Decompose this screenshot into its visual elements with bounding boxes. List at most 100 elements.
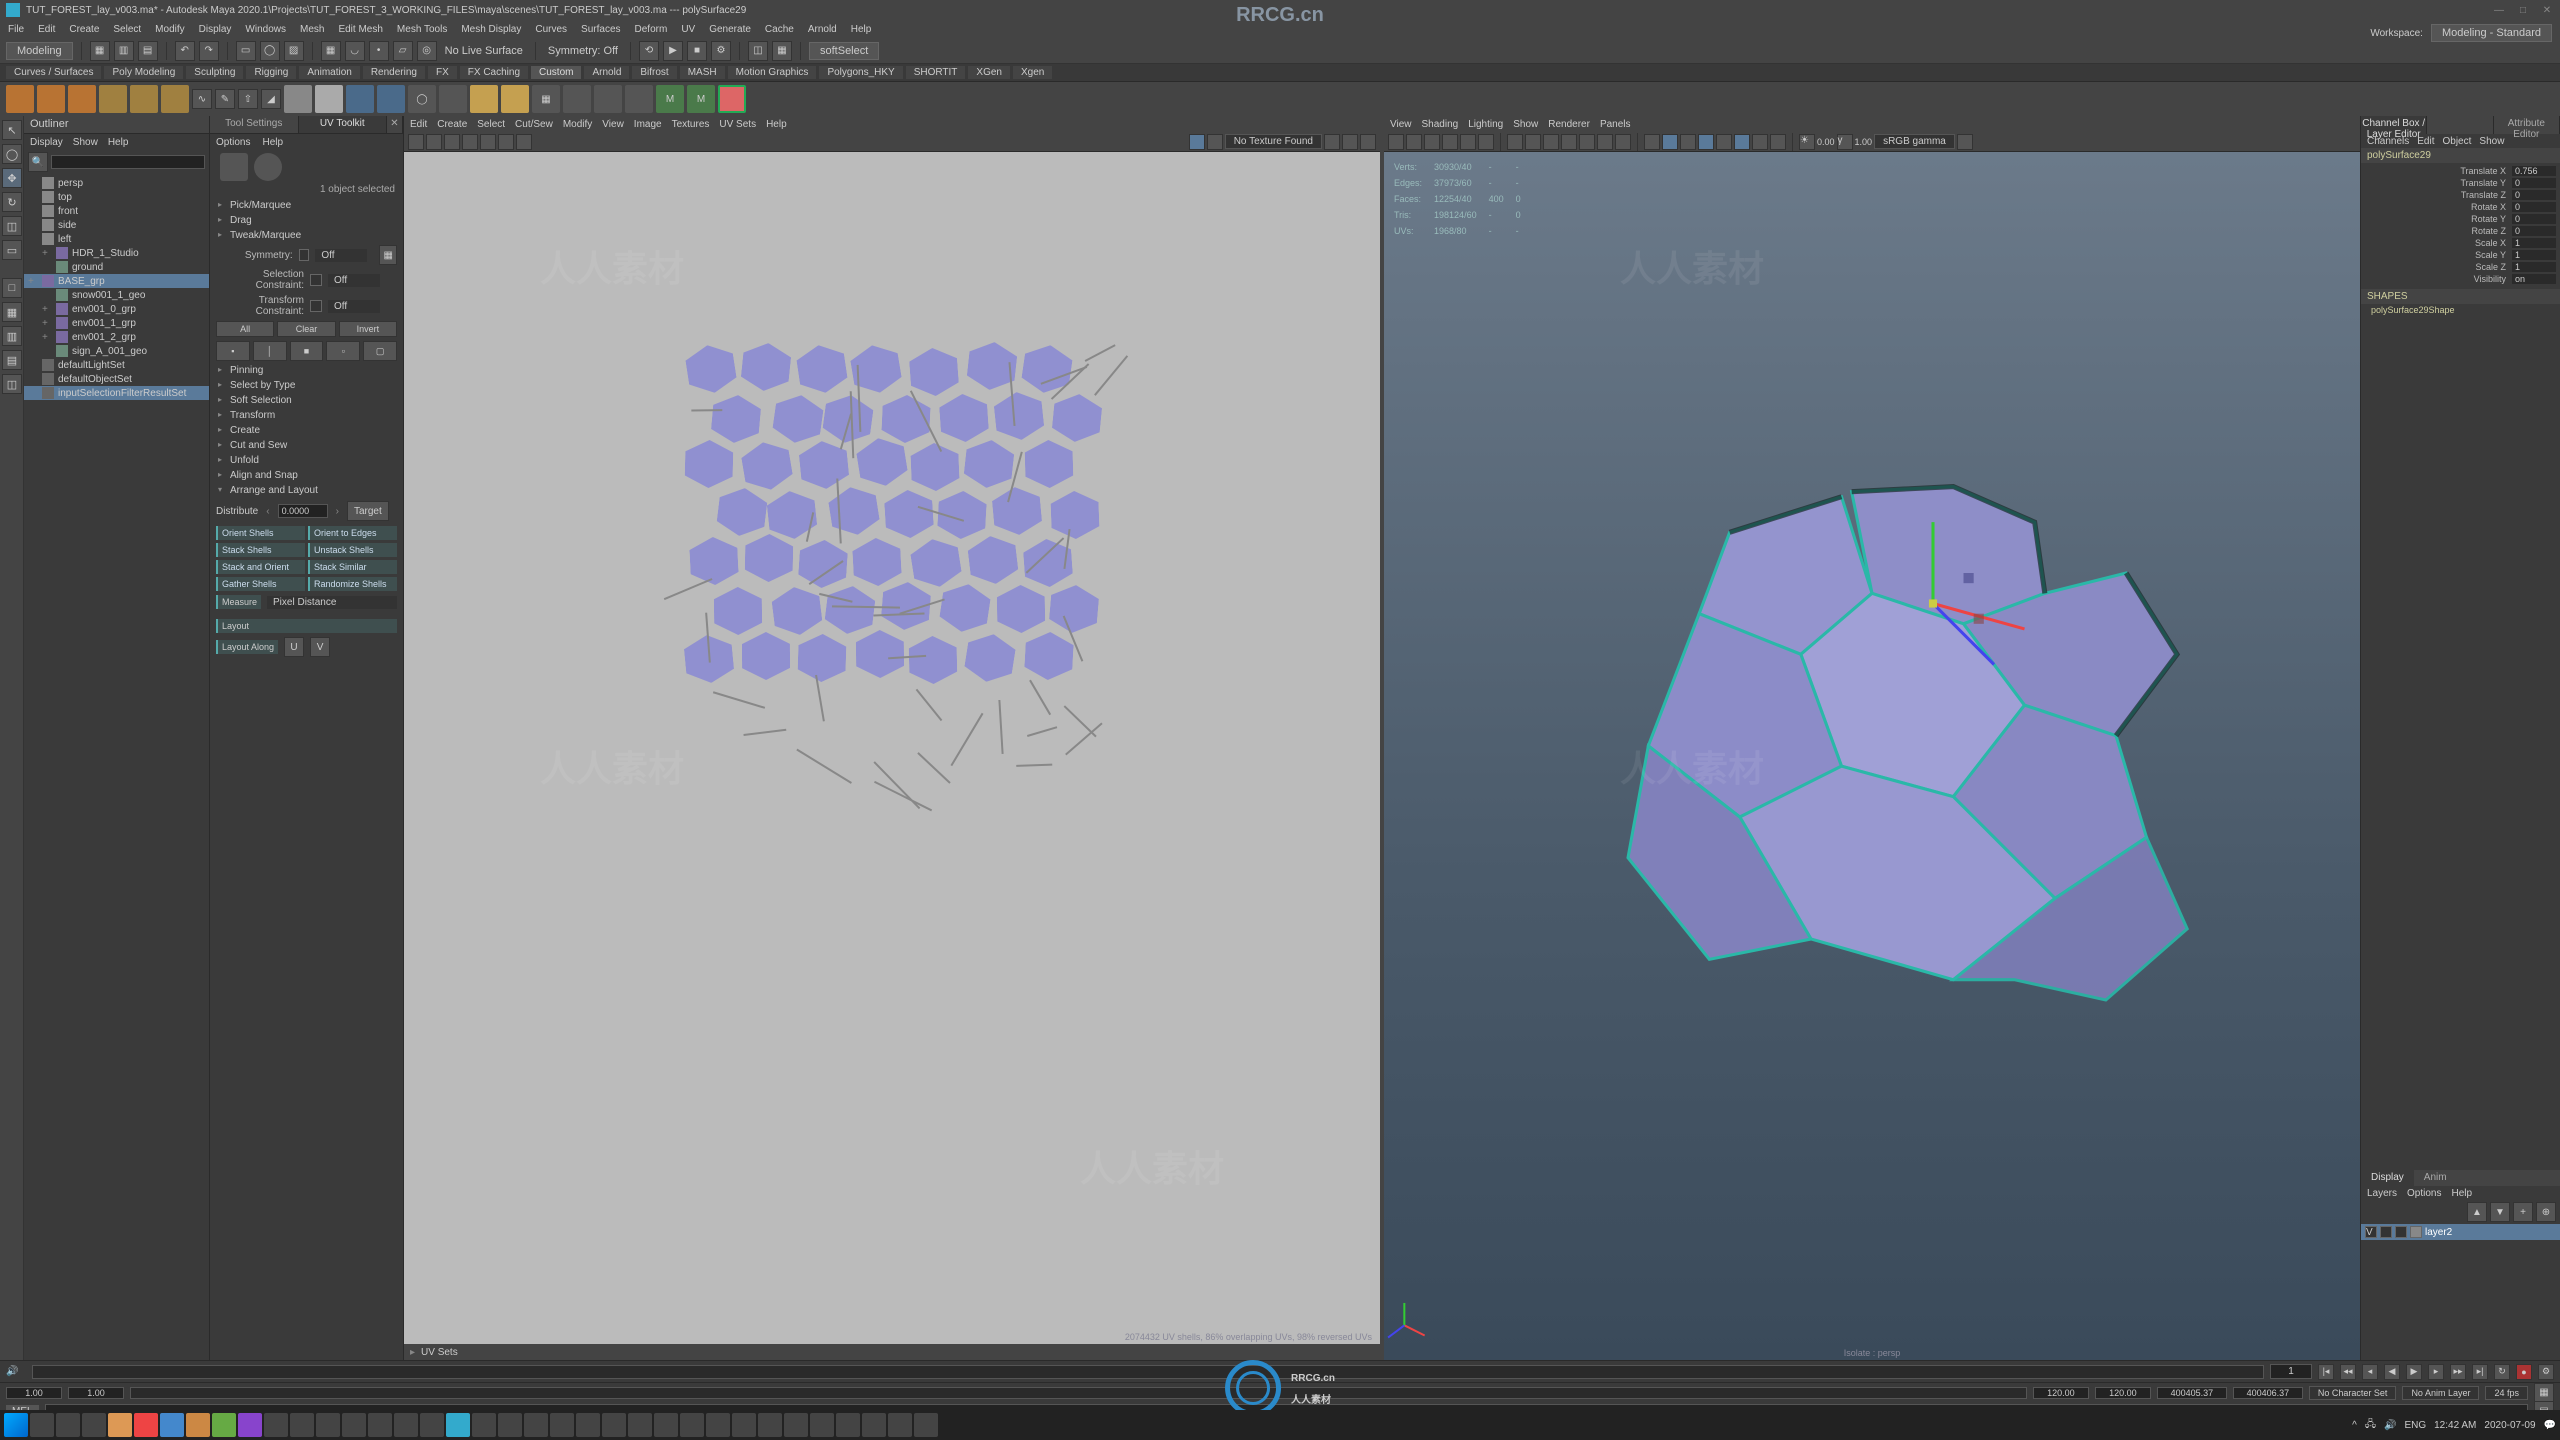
task-app4-icon[interactable] <box>212 1413 236 1437</box>
channel-value[interactable]: 0 <box>2512 226 2556 236</box>
shelftab-motion-graphics[interactable]: Motion Graphics <box>728 66 817 79</box>
toolkit-btn-orient-to-edges[interactable]: Orient to Edges <box>308 526 397 540</box>
vp-gamma-value[interactable]: 1.00 <box>1855 137 1873 147</box>
perspective-canvas[interactable]: Verts:30930/40--Edges:37973/60--Faces:12… <box>1384 152 2360 1360</box>
menu-mesh-tools[interactable]: Mesh Tools <box>397 24 447 35</box>
shelftab-xgen[interactable]: Xgen <box>1013 66 1052 79</box>
layout-four-icon[interactable]: ▦ <box>2 302 22 322</box>
layout-button[interactable]: Layout <box>216 619 397 633</box>
brush-option[interactable]: Drag <box>210 213 403 228</box>
menu-curves[interactable]: Curves <box>535 24 567 35</box>
symmetry-label[interactable]: Symmetry: Off <box>548 45 618 57</box>
rotate-tool[interactable]: ↻ <box>2 192 22 212</box>
task-app28-icon[interactable] <box>862 1413 886 1437</box>
uv-isolate-icon[interactable] <box>1189 134 1205 150</box>
current-frame[interactable]: 1 <box>2270 1364 2312 1379</box>
range-end[interactable]: 120.00 <box>2033 1387 2089 1399</box>
menu-generate[interactable]: Generate <box>709 24 751 35</box>
range-slider[interactable]: 1.00 1.00 120.00 120.00 400405.37 400406… <box>0 1382 2560 1402</box>
channel-attrs[interactable]: Translate X0.756Translate Y0Translate Z0… <box>2361 163 2560 287</box>
layout-v-icon[interactable]: V <box>310 637 330 657</box>
softselect-dropdown[interactable]: softSelect <box>809 42 879 60</box>
vp-lights-icon[interactable] <box>1698 134 1714 150</box>
tray-date[interactable]: 2020-07-09 <box>2484 1420 2535 1431</box>
shelf-boolean-icon[interactable] <box>625 85 653 113</box>
shelf-primitive-plane-icon[interactable] <box>130 85 158 113</box>
task-app22-icon[interactable] <box>706 1413 730 1437</box>
task-app11-icon[interactable] <box>394 1413 418 1437</box>
task-app27-icon[interactable] <box>836 1413 860 1437</box>
layer-down-icon[interactable]: ▼ <box>2490 1202 2510 1222</box>
section-arrange-and-layout[interactable]: Arrange and Layout <box>210 483 403 498</box>
task-app30-icon[interactable] <box>914 1413 938 1437</box>
vp-shadows-icon[interactable] <box>1716 134 1732 150</box>
menu-uv[interactable]: UV <box>681 24 695 35</box>
task-app18-icon[interactable] <box>602 1413 626 1437</box>
toolkit-btn-stack-and-orient[interactable]: Stack and Orient <box>216 560 305 574</box>
task-app6-icon[interactable] <box>264 1413 288 1437</box>
shelf-combine-icon[interactable] <box>563 85 591 113</box>
workspace-mode-dropdown[interactable]: Modeling <box>6 42 73 60</box>
channel-value[interactable]: 0 <box>2512 190 2556 200</box>
uv-editor-menu[interactable]: EditCreateSelectCut/SewModifyViewImageTe… <box>404 116 1380 132</box>
vp-safe-action-icon[interactable] <box>1597 134 1613 150</box>
brush-move-icon[interactable] <box>220 153 248 181</box>
mode-uv-icon[interactable]: ▫ <box>326 341 360 361</box>
shelftab-poly-modeling[interactable]: Poly Modeling <box>104 66 183 79</box>
shelftab-arnold[interactable]: Arnold <box>584 66 629 79</box>
outliner-item[interactable]: +env001_2_grp <box>24 330 209 344</box>
shelf-mirror-icon[interactable]: ▦ <box>532 85 560 113</box>
task-explorer-icon[interactable] <box>108 1413 132 1437</box>
layout-along-button[interactable]: Layout Along <box>216 640 278 654</box>
outliner-item[interactable]: sign_A_001_geo <box>24 344 209 358</box>
vp-gamma-icon[interactable]: γ <box>1837 134 1853 150</box>
task-taskview-icon[interactable] <box>82 1413 106 1437</box>
step-back-key-icon[interactable]: ◂◂ <box>2340 1364 2356 1380</box>
window-close-icon[interactable]: ✕ <box>2540 5 2554 16</box>
shelftab-shortit[interactable]: SHORTIT <box>906 66 966 79</box>
layer-type-toggle[interactable] <box>2395 1226 2407 1238</box>
task-app21-icon[interactable] <box>680 1413 704 1437</box>
menu-help[interactable]: Help <box>851 24 872 35</box>
clear-button[interactable]: Clear <box>277 321 335 337</box>
toolkit-btn-randomize-shells[interactable]: Randomize Shells <box>308 577 397 591</box>
last-tool[interactable]: ▭ <box>2 240 22 260</box>
mode-face-icon[interactable]: ■ <box>290 341 324 361</box>
symmetry-opts-icon[interactable]: ▦ <box>379 245 397 265</box>
ipr-icon[interactable]: ■ <box>687 41 707 61</box>
uv-dim-icon[interactable] <box>516 134 532 150</box>
snap-point-icon[interactable]: • <box>369 41 389 61</box>
open-scene-icon[interactable]: ▥ <box>114 41 134 61</box>
uv-distort-icon[interactable] <box>498 134 514 150</box>
section-unfold[interactable]: Unfold <box>210 453 403 468</box>
channel-value[interactable]: 0 <box>2512 178 2556 188</box>
layout-hyper-icon[interactable]: ◫ <box>2 374 22 394</box>
shelf-circularize-icon[interactable]: ◯ <box>408 85 436 113</box>
vp-isolate-icon[interactable] <box>1734 134 1750 150</box>
tab-uv-toolkit[interactable]: UV Toolkit <box>299 116 388 133</box>
vp-exposure-value[interactable]: 0.00 <box>1817 137 1835 147</box>
toolkit-btn-stack-similar[interactable]: Stack Similar <box>308 560 397 574</box>
shelf-fill-icon[interactable] <box>346 85 374 113</box>
task-app1-icon[interactable] <box>134 1413 158 1437</box>
vp-resolution-gate-icon[interactable] <box>1543 134 1559 150</box>
vp-grid-icon[interactable] <box>1507 134 1523 150</box>
task-app13-icon[interactable] <box>472 1413 496 1437</box>
outliner-item[interactable]: defaultObjectSet <box>24 372 209 386</box>
menu-mesh[interactable]: Mesh <box>300 24 324 35</box>
vp-colorspace-dropdown[interactable]: sRGB gamma <box>1874 134 1955 149</box>
vp-lock-cam-icon[interactable] <box>1406 134 1422 150</box>
outliner-item[interactable]: persp <box>24 176 209 190</box>
channel-value[interactable]: 1 <box>2512 250 2556 260</box>
task-app17-icon[interactable] <box>576 1413 600 1437</box>
shelf-crease-icon[interactable] <box>470 85 498 113</box>
layout-u-icon[interactable]: U <box>284 637 304 657</box>
main-menubar[interactable]: FileEditCreateSelectModifyDisplayWindows… <box>0 20 2560 38</box>
layout-outliner-icon[interactable]: ▥ <box>2 326 22 346</box>
uvsets-label[interactable]: UV Sets <box>421 1347 458 1358</box>
shelftab-custom[interactable]: Custom <box>531 66 581 79</box>
task-app25-icon[interactable] <box>784 1413 808 1437</box>
outliner-item[interactable]: side <box>24 218 209 232</box>
layout-single-icon[interactable]: □ <box>2 278 22 298</box>
play-end-icon[interactable]: ▸| <box>2472 1364 2488 1380</box>
